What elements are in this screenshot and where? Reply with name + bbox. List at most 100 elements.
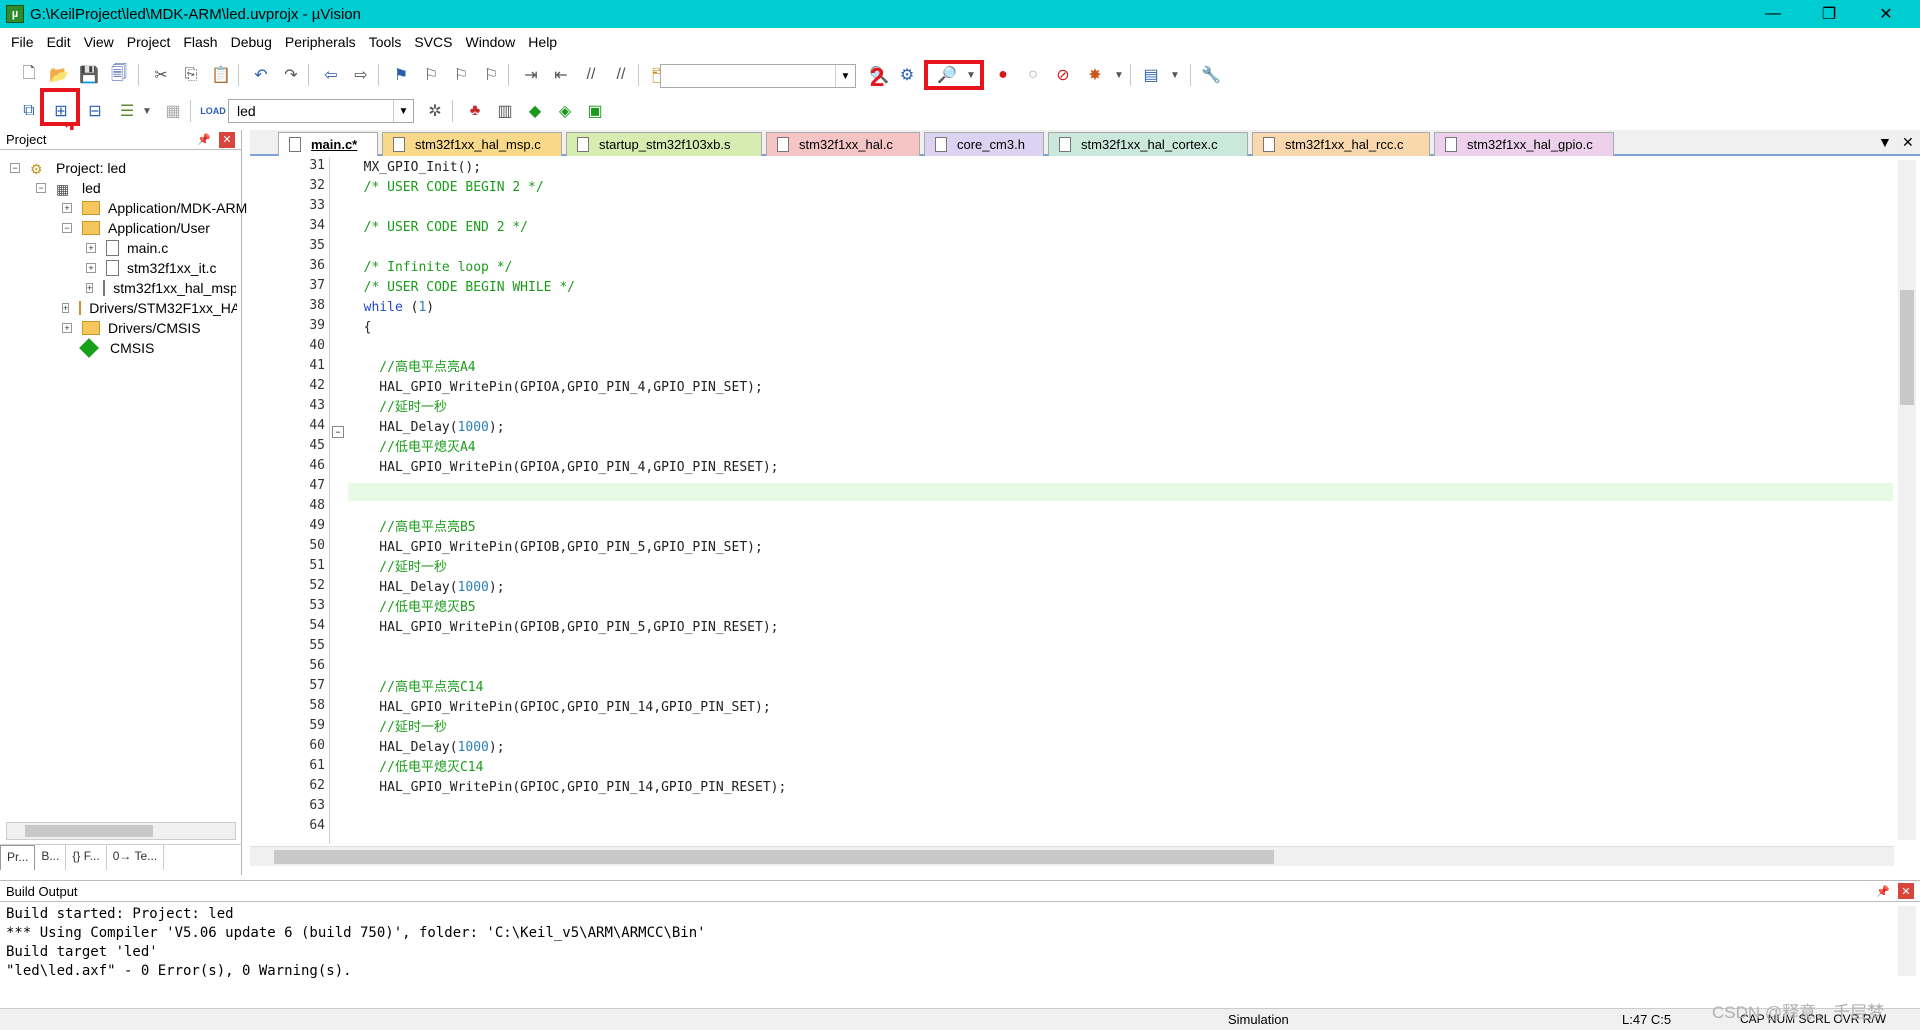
tab-hal-msp[interactable]: stm32f1xx_hal_msp.c (382, 132, 562, 156)
tab-templates[interactable]: 0→ Te... (107, 845, 165, 870)
code-line[interactable]: //延时一秒 (348, 558, 447, 578)
expand-icon[interactable]: + (62, 303, 70, 313)
multi-project-icon[interactable]: ▥ (492, 98, 518, 124)
expand-icon[interactable]: + (86, 263, 96, 273)
code-line[interactable]: HAL_GPIO_WritePin(GPIOC,GPIO_PIN_14,GPIO… (348, 698, 770, 718)
window-layout-icon[interactable]: ▤ (1138, 62, 1164, 88)
code-area[interactable]: MX_GPIO_Init(); /* USER CODE BEGIN 2 */ … (348, 158, 1893, 844)
save-all-icon[interactable]: 🗐 (106, 62, 132, 88)
code-line[interactable]: HAL_GPIO_WritePin(GPIOC,GPIO_PIN_14,GPIO… (348, 778, 786, 798)
code-line[interactable]: //低电平熄灭A4 (348, 438, 475, 458)
bookmark-icon[interactable]: ⚑ (388, 62, 414, 88)
fold-collapse-icon[interactable]: − (332, 426, 344, 438)
code-line[interactable]: /* USER CODE BEGIN WHILE */ (348, 278, 575, 298)
menu-svcs[interactable]: SVCS (414, 34, 452, 50)
tree-root[interactable]: − ⚙ Project: led (10, 158, 126, 178)
tab-startup[interactable]: startup_stm32f103xb.s (566, 132, 762, 156)
tab-hal-rcc[interactable]: stm32f1xx_hal_rcc.c (1252, 132, 1430, 156)
expand-icon[interactable]: + (86, 283, 94, 293)
bookmark-next-icon[interactable]: ⚐ (448, 62, 474, 88)
uvision-app-icon[interactable]: µ (6, 5, 24, 23)
bookmark-clear-icon[interactable]: ⚐ (478, 62, 504, 88)
tree-folder[interactable]: + Drivers/CMSIS (62, 318, 201, 338)
pin-icon[interactable]: 📌 (197, 133, 211, 146)
comment-icon[interactable]: // (578, 62, 604, 88)
collapse-icon[interactable]: − (10, 163, 20, 173)
tree-folder[interactable]: − Application/User (62, 218, 210, 238)
menu-project[interactable]: Project (127, 34, 171, 50)
bookmark-prev-icon[interactable]: ⚐ (418, 62, 444, 88)
code-line[interactable]: /* USER CODE BEGIN 2 */ (348, 178, 544, 198)
tab-hal-c[interactable]: stm32f1xx_hal.c (766, 132, 920, 156)
chevron-down-icon[interactable]: ▼ (958, 62, 984, 88)
select-packs-icon[interactable]: ◈ (552, 98, 578, 124)
manage-rte-icon[interactable]: ◆ (522, 98, 548, 124)
tab-project[interactable]: Pr... (0, 845, 36, 870)
code-line[interactable]: //低电平熄灭C14 (348, 758, 483, 778)
disable-all-breakpoints-icon[interactable]: ⊘ (1050, 62, 1076, 88)
build-output-scrollbar[interactable] (1898, 906, 1916, 976)
new-file-icon[interactable]: 🗋 (16, 62, 42, 88)
tab-core-cm3[interactable]: core_cm3.h (924, 132, 1044, 156)
code-line[interactable]: HAL_GPIO_WritePin(GPIOA,GPIO_PIN_4,GPIO_… (348, 458, 778, 478)
cut-icon[interactable]: ✂ (148, 62, 174, 88)
pin-icon[interactable]: 📌 (1876, 885, 1890, 898)
paste-icon[interactable]: 📋 (208, 62, 234, 88)
tab-hal-gpio[interactable]: stm32f1xx_hal_gpio.c (1434, 132, 1614, 156)
menu-peripherals[interactable]: Peripherals (285, 34, 356, 50)
code-line[interactable]: //延时一秒 (348, 718, 447, 738)
code-line[interactable]: //高电平点亮A4 (348, 358, 475, 378)
tab-hal-cortex[interactable]: stm32f1xx_hal_cortex.c (1048, 132, 1248, 156)
code-line[interactable]: //延时一秒 (348, 398, 447, 418)
copy-icon[interactable]: ⎘ (178, 62, 204, 88)
menu-debug[interactable]: Debug (231, 34, 272, 50)
tab-functions[interactable]: {} F... (66, 845, 107, 870)
open-file-icon[interactable]: 📂 (46, 62, 72, 88)
tab-list-icon[interactable]: ▼ (1878, 134, 1892, 150)
tree-folder[interactable]: + Application/MDK-ARM (62, 198, 247, 218)
editor-vertical-scrollbar[interactable] (1898, 160, 1916, 840)
code-line[interactable]: /* USER CODE END 2 */ (348, 218, 528, 238)
tree-target[interactable]: − ▦ led (36, 178, 101, 198)
indent-icon[interactable]: ⇥ (518, 62, 544, 88)
expand-icon[interactable]: + (62, 203, 72, 213)
manage-project-items-icon[interactable]: ♣ (462, 98, 488, 124)
target-options-icon[interactable]: ✲ (422, 98, 448, 124)
undo-icon[interactable]: ↶ (248, 62, 274, 88)
code-line[interactable]: HAL_GPIO_WritePin(GPIOB,GPIO_PIN_5,GPIO_… (348, 618, 778, 638)
chevron-down-icon[interactable]: ▼ (1162, 62, 1188, 88)
debug-settings-icon[interactable]: ⚙ (894, 62, 920, 88)
menu-edit[interactable]: Edit (47, 34, 71, 50)
start-debug-session-icon[interactable]: 🔎 (934, 62, 960, 88)
code-line[interactable]: HAL_Delay(1000); (348, 578, 504, 598)
collapse-icon[interactable]: − (36, 183, 46, 193)
project-horizontal-scrollbar[interactable] (6, 822, 236, 840)
kill-all-breakpoints-icon[interactable]: ✸ (1082, 62, 1108, 88)
code-line[interactable]: //高电平点亮B5 (348, 518, 475, 538)
tree-component[interactable]: CMSIS (79, 338, 154, 358)
restore-button[interactable]: ❐ (1801, 0, 1857, 28)
menu-file[interactable]: File (11, 34, 34, 50)
tree-folder[interactable]: +Drivers/STM32F1xx_HAL_Driver (62, 298, 237, 318)
nav-forward-icon[interactable]: ⇨ (348, 62, 374, 88)
target-select[interactable]: led ▼ (228, 99, 414, 123)
code-line[interactable]: MX_GPIO_Init(); (348, 158, 481, 178)
close-icon[interactable]: ✕ (1898, 883, 1914, 899)
uncomment-icon[interactable]: // (608, 62, 634, 88)
code-line[interactable]: //高电平点亮C14 (348, 678, 483, 698)
redo-icon[interactable]: ↷ (278, 62, 304, 88)
chevron-down-icon[interactable]: ▼ (134, 98, 160, 124)
menu-window[interactable]: Window (466, 34, 516, 50)
code-line[interactable]: HAL_GPIO_WritePin(GPIOA,GPIO_PIN_4,GPIO_… (348, 378, 763, 398)
tree-file[interactable]: + main.c (86, 238, 168, 258)
find-combo[interactable]: ▼ (660, 64, 856, 88)
tab-main-c[interactable]: main.c* (278, 132, 378, 156)
unindent-icon[interactable]: ⇤ (548, 62, 574, 88)
configure-icon[interactable]: 🔧 (1198, 62, 1224, 88)
rebuild-icon[interactable]: ⊟ (82, 98, 108, 124)
pack-installer-icon[interactable]: ▣ (582, 98, 608, 124)
code-line[interactable]: HAL_Delay(1000); (348, 418, 504, 438)
minimize-button[interactable]: — (1745, 0, 1801, 28)
collapse-icon[interactable]: − (62, 223, 72, 233)
close-button[interactable]: ✕ (1858, 0, 1914, 28)
